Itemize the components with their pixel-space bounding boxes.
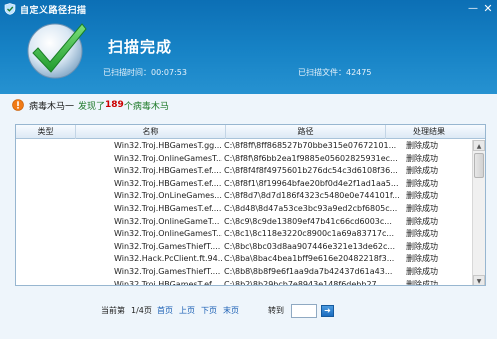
row-path-cell: C:\8f8f1\8f19964bfae20bf0d4e2f1ad1aa5... (224, 178, 399, 188)
row-name-cell: Win32.Troj.HBGamesT.ef.... (114, 178, 222, 188)
scan-complete-check-icon (27, 23, 87, 79)
table-row[interactable]: 病毒Win32.Troj.OnlineGamesT...C:\8c1\8c118… (16, 228, 471, 241)
scanned-files-count: 已扫描文件：42475 (298, 68, 372, 77)
warning-icon (12, 99, 24, 111)
row-name-cell: Win32.Troj.OnlineGamesT... (114, 229, 222, 239)
table-row[interactable]: 病毒Win32.Troj.GamesThiefT....C:\8b8\8b8f9… (16, 266, 471, 279)
page-info: 1/4页 (131, 306, 152, 315)
table-row[interactable]: 病毒Win32.Troj.GamesThiefT....C:\8bc\8bc03… (16, 241, 471, 254)
row-name-cell: Win32.Troj.HBGamesT.gg.... (114, 141, 222, 150)
row-name-cell: Win32.Hack.PcClient.ft.94... (114, 254, 222, 264)
row-result-cell: 删除成功 (406, 266, 438, 276)
table-row[interactable]: 病毒Win32.Troj.HBGamesT.ef....C:\8d48\8d47… (16, 203, 471, 216)
column-header-path[interactable]: 路径 (226, 125, 386, 139)
row-path-cell: C:\8c1\8c118e3220c8900c1a69a83717c... (224, 229, 394, 239)
row-name-cell: Win32.Troj.OnlineGameT... (114, 216, 220, 226)
row-path-cell: C:\8f8ff\8ff868527b70bbe315e07672101... (224, 141, 397, 150)
last-page-link[interactable]: 末页 (223, 304, 239, 318)
table-body: 病毒Win32.Troj.HBGamesT.gg....C:\8f8ff\8ff… (16, 140, 471, 286)
scroll-down-arrow-icon[interactable]: ▼ (473, 275, 485, 285)
row-path-cell: C:\8bc\8bc03d8aa907446e321e13de62c... (224, 241, 395, 251)
scan-elapsed-time: 已扫描时间：00:07:53 (103, 68, 187, 77)
row-result-cell: 删除成功 (406, 216, 438, 226)
found-label: 发现了 (78, 101, 106, 112)
row-result-cell: 删除成功 (406, 279, 438, 286)
row-name-cell: Win32.Troj.OnlineGamesT... (114, 153, 222, 163)
table-row[interactable]: 病毒Win32.Troj.HBGamesT.ef....C:\8f8f1\8f1… (16, 178, 471, 191)
row-result-cell: 删除成功 (406, 191, 438, 201)
row-path-cell: C:\8c9\8c9de13809ef47b41c66cd6003c... (224, 216, 392, 226)
column-header-name[interactable]: 名称 (76, 125, 226, 139)
threat-category-label: 病毒木马一 (29, 101, 75, 112)
goto-page-input[interactable] (291, 304, 317, 318)
row-name-cell: Win32.Troj.HBGamesT.ef.... (114, 166, 222, 176)
scrollbar-thumb[interactable] (474, 153, 484, 178)
row-name-cell: Win32.Troj.GamesThiefT.... (114, 241, 221, 251)
shield-app-icon (4, 3, 16, 15)
column-header-type[interactable]: 类型 (16, 125, 76, 139)
vertical-scrollbar[interactable]: ▲ ▼ (472, 140, 485, 285)
header-panel: 自定义路径扫描 — ✕ 扫描完成 已扫描时间：00:07:53 已扫描文件：42… (0, 0, 497, 94)
row-result-cell: 删除成功 (406, 141, 438, 150)
row-result-cell: 删除成功 (406, 178, 438, 188)
row-name-cell: Win32.Troj.OnLineGames... (114, 191, 222, 201)
row-result-cell: 删除成功 (406, 203, 438, 213)
scroll-up-arrow-icon[interactable]: ▲ (473, 140, 485, 151)
row-name-cell: Win32.Troj.HBGamesT.ef.... (114, 279, 222, 286)
row-name-cell: Win32.Troj.HBGamesT.ef.... (114, 203, 222, 213)
goto-arrow-icon[interactable]: ➜ (321, 305, 334, 317)
table-row[interactable]: 病毒Win32.Troj.HBGamesT.gg....C:\8f8ff\8ff… (16, 140, 471, 153)
row-path-cell: C:\8b2\8b29bcb7e8943e148f6debb27... (224, 279, 385, 286)
row-name-cell: Win32.Troj.GamesThiefT.... (114, 266, 221, 276)
row-path-cell: C:\8f8d7\8d7d186f4323c5480e0e744101f... (224, 191, 400, 201)
first-page-link[interactable]: 首页 (157, 304, 173, 318)
row-result-cell: 删除成功 (406, 241, 438, 251)
prev-page-link[interactable]: 上页 (179, 304, 195, 318)
threat-count: 189 (105, 100, 124, 110)
main-content: 病毒木马一 发现了 189 个病毒木马 类型 名称 路径 处理结果 病毒Win3… (0, 94, 497, 339)
title-bar: 自定义路径扫描 — ✕ (0, 0, 497, 18)
table-row[interactable]: 病毒Win32.Troj.OnlineGameT...C:\8c9\8c9de1… (16, 216, 471, 229)
table-row[interactable]: 病毒Win32.Troj.OnlineGamesT...C:\8f8f\8f6b… (16, 153, 471, 166)
row-result-cell: 删除成功 (406, 166, 438, 176)
column-header-result[interactable]: 处理结果 (386, 125, 472, 139)
table-row[interactable]: 病毒Win32.Hack.PcClient.ft.94...C:\8ba\8ba… (16, 253, 471, 266)
current-page-label: 当前第 (101, 306, 125, 315)
table-header: 类型 名称 路径 处理结果 (16, 125, 485, 139)
threat-unit-label: 个病毒木马 (123, 101, 169, 112)
table-row[interactable]: 病毒Win32.Troj.HBGamesT.ef....C:\8b2\8b29b… (16, 279, 471, 286)
table-row[interactable]: 病毒Win32.Troj.HBGamesT.ef....C:\8f8f4f8f4… (16, 165, 471, 178)
threat-summary: 病毒木马一 发现了 189 个病毒木马 (12, 97, 169, 113)
scan-status-title: 扫描完成 (108, 38, 173, 56)
row-path-cell: C:\8b8\8b8f9e6f1aa9da7b42437d61a43... (224, 266, 393, 276)
window-title: 自定义路径扫描 (20, 6, 87, 16)
pagination: 当前第 1/4页 首页 上页 下页 末页 转到 ➜ (0, 304, 497, 318)
row-result-cell: 删除成功 (406, 229, 438, 239)
row-path-cell: C:\8ba\8bac4bea1bff9e616e20482218f3... (224, 254, 395, 264)
next-page-link[interactable]: 下页 (201, 304, 217, 318)
minimize-button[interactable]: — (466, 2, 480, 15)
goto-label: 转到 (268, 306, 284, 315)
close-button[interactable]: ✕ (481, 2, 495, 15)
row-result-cell: 删除成功 (406, 153, 438, 163)
row-path-cell: C:\8f8f\8f6bb2ea1f9885e05602825931ec... (224, 153, 398, 163)
table-row[interactable]: 病毒Win32.Troj.OnLineGames...C:\8f8d7\8d7d… (16, 190, 471, 203)
row-result-cell: 删除成功 (406, 254, 438, 264)
row-path-cell: C:\8d48\8d47a53ce3bc93a9ed2cbf6805c... (224, 203, 398, 213)
results-table: 类型 名称 路径 处理结果 病毒Win32.Troj.HBGamesT.gg..… (15, 124, 486, 286)
row-path-cell: C:\8f8f4f8f4975601b276dc54c3d6108f36... (224, 166, 398, 176)
